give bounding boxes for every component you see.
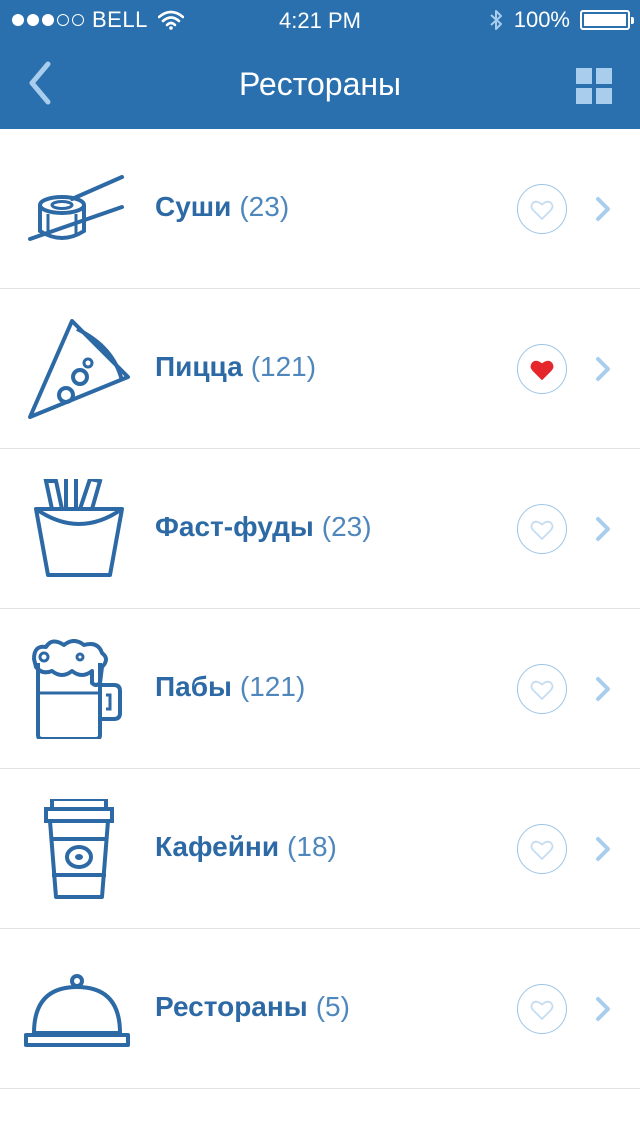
navbar: Рестораны <box>0 40 640 129</box>
category-label: Пицца (121) <box>155 351 316 383</box>
heart-icon <box>530 680 554 700</box>
category-count: (121) <box>239 671 306 702</box>
category-label: Кафейни (18) <box>155 831 337 863</box>
beer-icon <box>22 639 132 741</box>
category-count: (5) <box>315 991 350 1022</box>
category-row[interactable]: Кафейни (18) <box>0 769 640 929</box>
battery-percent: 100% <box>513 7 570 32</box>
favorite-button[interactable] <box>517 504 567 554</box>
heart-icon <box>530 200 554 220</box>
fries-icon <box>22 473 132 579</box>
category-count: (23) <box>239 191 290 222</box>
category-list: Суши (23) Пицца (121) Фаст-фуды (23) Пабы (1… <box>0 129 640 1089</box>
coffee-cup-icon <box>22 797 132 899</box>
heart-icon <box>530 840 554 860</box>
category-name: Пицца <box>155 351 243 382</box>
category-label: Пабы (121) <box>155 671 305 703</box>
pizza-icon <box>22 319 132 419</box>
category-name: Пабы <box>155 671 232 702</box>
cloche-icon <box>22 959 132 1059</box>
category-name: Фаст-фуды <box>155 511 314 542</box>
category-count: (23) <box>321 511 372 542</box>
chevron-right-icon <box>592 515 614 543</box>
chevron-right-icon <box>592 675 614 703</box>
category-label: Суши (23) <box>155 191 289 223</box>
chevron-right-icon <box>592 835 614 863</box>
grid-icon <box>576 88 592 104</box>
heart-icon <box>530 360 554 380</box>
heart-icon <box>530 520 554 540</box>
grid-icon <box>596 88 612 104</box>
category-row[interactable]: Пабы (121) <box>0 609 640 769</box>
grid-icon <box>576 68 592 84</box>
grid-icon <box>596 68 612 84</box>
category-name: Суши <box>155 191 232 222</box>
favorite-button[interactable] <box>517 824 567 874</box>
favorite-button[interactable] <box>517 184 567 234</box>
category-name: Рестораны <box>155 991 308 1022</box>
category-row[interactable]: Суши (23) <box>0 129 640 289</box>
category-count: (121) <box>250 351 317 382</box>
chevron-right-icon <box>592 355 614 383</box>
sushi-icon <box>22 159 132 259</box>
grid-view-button[interactable] <box>576 68 612 104</box>
favorite-button[interactable] <box>517 984 567 1034</box>
category-name: Кафейни <box>155 831 280 862</box>
category-label: Фаст-фуды (23) <box>155 511 372 543</box>
category-row[interactable]: Пицца (121) <box>0 289 640 449</box>
category-count: (18) <box>287 831 337 862</box>
page-title: Рестораны <box>238 66 402 102</box>
heart-icon <box>530 1000 554 1020</box>
bluetooth-icon <box>490 10 502 30</box>
chevron-right-icon <box>592 995 614 1023</box>
status-bar: BELL 4:21 PM 100% <box>0 0 640 40</box>
category-row[interactable]: Фаст-фуды (23) <box>0 449 640 609</box>
favorite-button[interactable] <box>517 664 567 714</box>
chevron-right-icon <box>592 195 614 223</box>
favorite-button[interactable] <box>517 344 567 394</box>
status-right: 100% <box>488 7 634 33</box>
header: BELL 4:21 PM 100% Рестораны <box>0 0 640 129</box>
category-label: Рестораны (5) <box>155 991 350 1023</box>
category-row[interactable]: Рестораны (5) <box>0 929 640 1089</box>
battery-icon <box>580 10 634 30</box>
